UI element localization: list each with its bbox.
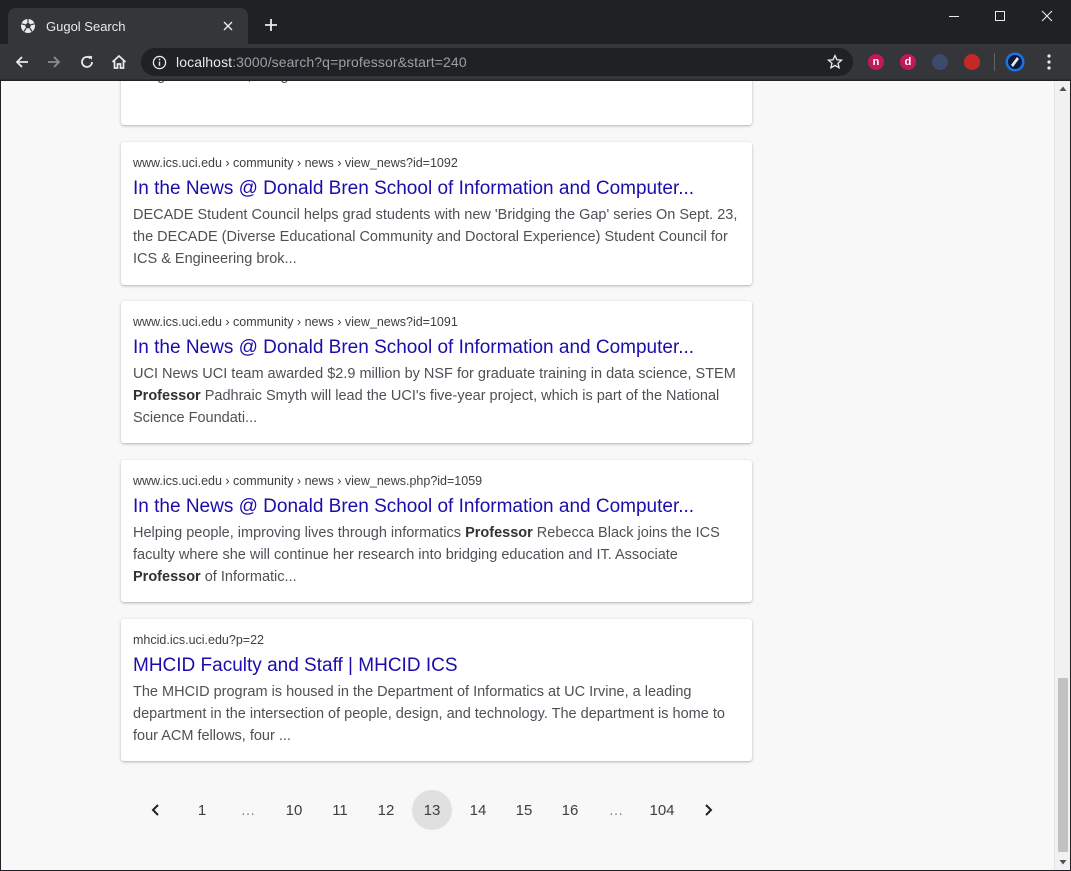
- pagination-ellipsis: …: [608, 801, 624, 819]
- result-title-link[interactable]: In the News @ Donald Bren School of Info…: [133, 495, 740, 519]
- scroll-up-arrow-icon[interactable]: [1059, 85, 1067, 93]
- result-breadcrumb: mhcid.ics.uci.edu?p=22: [133, 633, 264, 647]
- result-snippet: research into bridging education and IT.…: [133, 81, 740, 87]
- info-icon[interactable]: [152, 55, 167, 70]
- browser-tab[interactable]: Gugol Search: [8, 8, 248, 44]
- url-path: :3000/search?q=professor&start=240: [232, 54, 467, 70]
- result-title-link[interactable]: In the News @ Donald Bren School of Info…: [133, 177, 740, 201]
- n-extension-icon[interactable]: n: [866, 52, 886, 72]
- extension-label: n: [872, 56, 880, 68]
- search-result-card: research into bridging education and IT.…: [121, 81, 752, 125]
- toolbar-separator: [994, 53, 995, 71]
- previous-page-chevron-icon[interactable]: [136, 790, 176, 830]
- pagination-page-button[interactable]: 12: [366, 790, 406, 830]
- search-result-card: mhcid.ics.uci.edu?p=22 MHCID Faculty and …: [121, 619, 752, 761]
- result-breadcrumb: www.ics.uci.edu › community › news › vie…: [133, 474, 483, 488]
- result-title-link[interactable]: MHCID Faculty and Staff | MHCID ICS: [133, 654, 740, 678]
- pagination-page-button[interactable]: 1: [182, 790, 222, 830]
- result-breadcrumb: www.ics.uci.edu › community › news › vie…: [133, 156, 458, 170]
- pagination-page-button[interactable]: 104: [642, 790, 682, 830]
- pagination-page-button[interactable]: 10: [274, 790, 314, 830]
- url-host: localhost: [176, 54, 233, 70]
- snippet-text: The MHCID program is housed in the Depar…: [133, 684, 725, 744]
- close-window-icon[interactable]: [1024, 0, 1070, 32]
- pagination-page-button[interactable]: 11: [320, 790, 360, 830]
- cursor-extension-icon[interactable]: [930, 52, 950, 72]
- snippet-highlight: Professor: [133, 569, 201, 585]
- browser-titlebar: Gugol Search: [0, 0, 1071, 44]
- minimize-icon[interactable]: [931, 0, 977, 32]
- scroll-down-arrow-icon[interactable]: [1059, 858, 1067, 866]
- profile-avatar-icon[interactable]: [1005, 52, 1025, 72]
- snippet-text: of Informatics Rebecca Black bridges edu…: [133, 81, 717, 84]
- result-snippet: DECADE Student Council helps grad studen…: [133, 204, 740, 270]
- menu-kebab-icon[interactable]: [1039, 52, 1059, 72]
- scrollbar-thumb[interactable]: [1058, 678, 1068, 852]
- result-breadcrumb: www.ics.uci.edu › community › news › vie…: [133, 315, 458, 329]
- d-extension-icon[interactable]: d: [898, 52, 918, 72]
- url-text: localhost:3000/search?q=professor&start=…: [176, 54, 467, 70]
- snippet-text: UCI News UCI team awarded $2.9 million b…: [133, 366, 736, 382]
- pagination-ellipsis: …: [240, 801, 256, 819]
- soccer-ball-icon: [20, 18, 36, 34]
- pagination-current-page[interactable]: 13: [412, 790, 452, 830]
- pagination-page-button[interactable]: 15: [504, 790, 544, 830]
- snippet-highlight: Professor: [133, 388, 201, 404]
- new-tab-icon[interactable]: [260, 14, 282, 36]
- pagination-page-button[interactable]: 16: [550, 790, 590, 830]
- pagination-page-button[interactable]: 14: [458, 790, 498, 830]
- snippet-text: Helping people, improving lives through …: [133, 525, 466, 541]
- snippet-highlight: Professor: [465, 525, 533, 541]
- tab-title: Gugol Search: [46, 18, 126, 34]
- home-icon[interactable]: [106, 49, 132, 75]
- bug-extension-icon[interactable]: [962, 52, 982, 72]
- close-tab-icon[interactable]: [220, 18, 236, 34]
- maximize-icon[interactable]: [977, 0, 1023, 32]
- snippet-text: Padhraic Smyth will lead the UCI's five-…: [133, 388, 720, 426]
- result-snippet: The MHCID program is housed in the Depar…: [133, 681, 740, 747]
- search-result-card: www.ics.uci.edu › community › news › vie…: [121, 301, 752, 443]
- search-result-card: www.ics.uci.edu › community › news › vie…: [121, 460, 752, 602]
- reload-icon[interactable]: [74, 49, 100, 75]
- snippet-text: DECADE Student Council helps grad studen…: [133, 207, 738, 267]
- browser-toolbar: localhost:3000/search?q=professor&start=…: [0, 44, 1071, 80]
- page-viewport: research into bridging education and IT.…: [1, 81, 1054, 870]
- result-title-link[interactable]: In the News @ Donald Bren School of Info…: [133, 336, 740, 360]
- extension-label: d: [904, 56, 912, 68]
- scrollbar[interactable]: [1054, 81, 1070, 870]
- forward-arrow-icon[interactable]: [41, 49, 67, 75]
- search-result-card: www.ics.uci.edu › community › news › vie…: [121, 142, 752, 285]
- result-snippet: Helping people, improving lives through …: [133, 522, 740, 588]
- result-snippet: UCI News UCI team awarded $2.9 million b…: [133, 363, 740, 429]
- next-page-chevron-icon[interactable]: [688, 790, 728, 830]
- snippet-text: of Informatic...: [200, 569, 297, 585]
- address-bar[interactable]: localhost:3000/search?q=professor&start=…: [141, 48, 853, 76]
- pagination: 1 … 10 11 12 13 14 15 16 … 104: [136, 790, 728, 830]
- back-arrow-icon[interactable]: [9, 49, 35, 75]
- bookmark-star-icon[interactable]: [826, 53, 844, 70]
